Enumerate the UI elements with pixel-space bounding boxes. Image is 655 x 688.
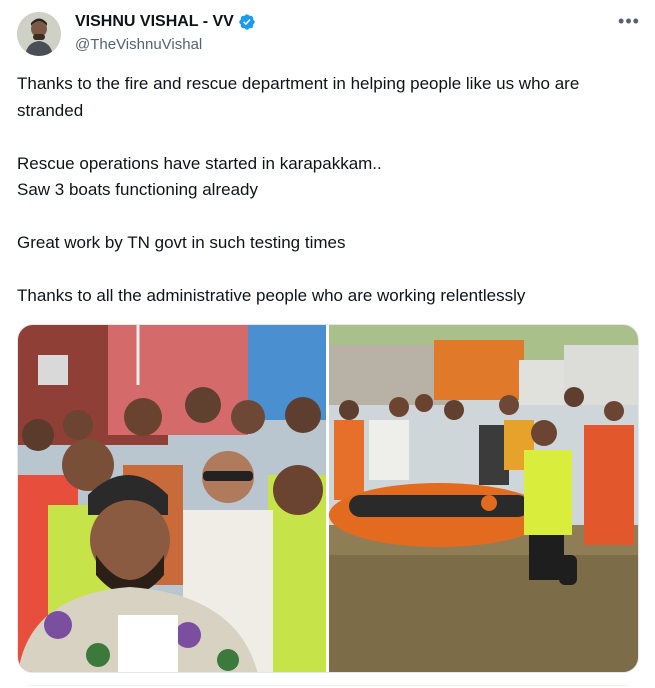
group-selfie-photo[interactable] bbox=[18, 325, 326, 672]
tweet-media bbox=[17, 324, 639, 673]
author-display-name[interactable]: VISHNU VISHAL - VV bbox=[75, 12, 234, 32]
tweet-paragraph: Thanks to the fire and rescue department… bbox=[17, 74, 580, 120]
tweet-paragraph: Saw 3 boats functioning already bbox=[17, 180, 258, 199]
more-options-button[interactable]: ••• bbox=[616, 12, 642, 34]
user-avatar[interactable] bbox=[17, 12, 61, 56]
tweet-card: VISHNU VISHAL - VV @TheVishnuVishal ••• … bbox=[0, 0, 655, 688]
verified-badge-icon bbox=[238, 13, 256, 31]
tweet-paragraph: Great work by TN govt in such testing ti… bbox=[17, 233, 346, 252]
author-handle[interactable]: @TheVishnuVishal bbox=[75, 35, 202, 55]
tweet-paragraph: Rescue operations have started in karapa… bbox=[17, 153, 382, 173]
more-horizontal-icon: ••• bbox=[618, 11, 640, 31]
rescue-boat-photo[interactable] bbox=[329, 325, 638, 672]
divider bbox=[28, 685, 628, 686]
tweet-paragraph: Thanks to all the administrative people … bbox=[17, 286, 526, 305]
tweet-text: Thanks to the fire and rescue department… bbox=[17, 71, 637, 310]
